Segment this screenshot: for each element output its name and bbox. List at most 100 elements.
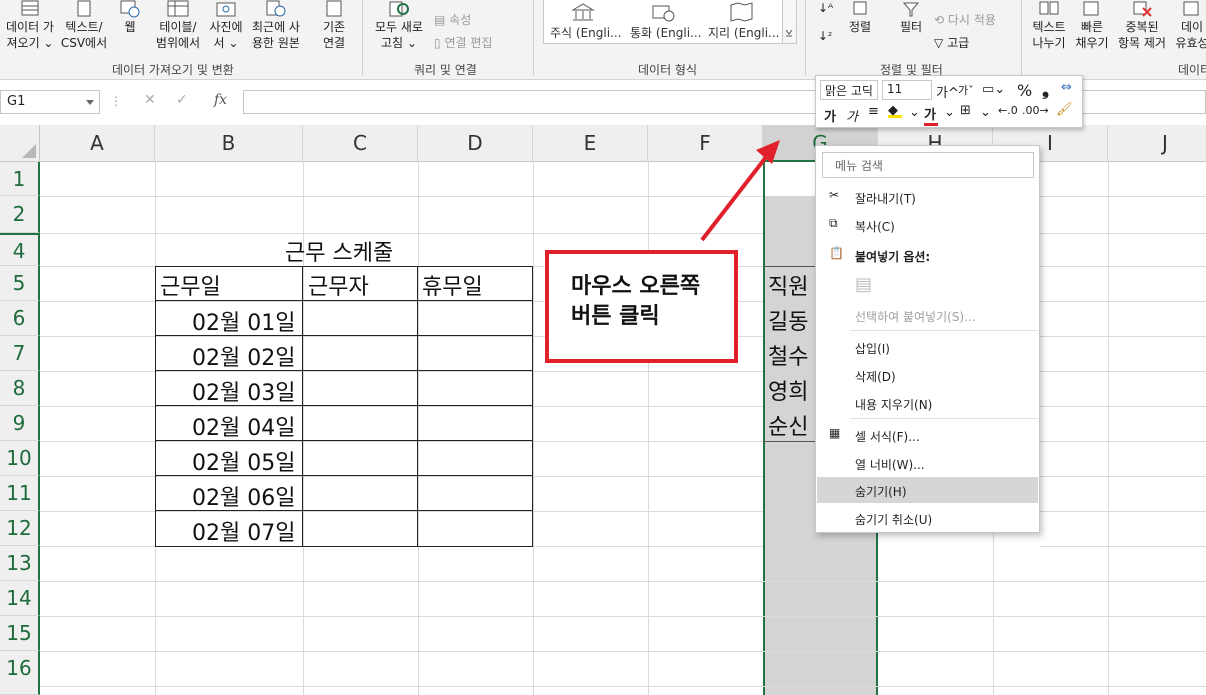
- row-header[interactable]: 10: [0, 441, 40, 476]
- web-button[interactable]: 웹: [112, 0, 148, 35]
- number-format-icon[interactable]: ▭⌄: [982, 82, 1005, 97]
- row-header[interactable]: 11: [0, 476, 40, 511]
- table-range-button[interactable]: 테이블/ 범위에서: [150, 0, 206, 51]
- increase-decimal-icon[interactable]: ←.0: [998, 104, 1018, 117]
- date-cell[interactable]: 02월 05일: [192, 445, 295, 477]
- decrease-decimal-icon[interactable]: .00→: [1022, 104, 1049, 117]
- menu-search-input[interactable]: 메뉴 검색: [822, 152, 1034, 178]
- row-header[interactable]: 14: [0, 581, 40, 616]
- column-header-e[interactable]: E: [533, 125, 648, 162]
- group-label-data-tools: 데이터: [1178, 63, 1206, 77]
- decrease-font-size-icon[interactable]: 가ˇ: [958, 82, 974, 98]
- date-cell[interactable]: 02월 06일: [192, 480, 295, 512]
- row-header[interactable]: 15: [0, 616, 40, 651]
- existing-connections-button[interactable]: 기존 연결: [314, 0, 354, 51]
- font-color-icon[interactable]: 가: [924, 104, 938, 126]
- properties-button[interactable]: ▤ 속성: [434, 12, 471, 28]
- column-header-a[interactable]: A: [40, 125, 155, 162]
- date-cell[interactable]: 02월 04일: [192, 410, 295, 442]
- sort-button[interactable]: 정렬: [842, 0, 878, 35]
- row-header[interactable]: 8: [0, 371, 40, 406]
- chevron-down-icon[interactable]: [86, 100, 94, 105]
- menu-item-unhide[interactable]: 숨기기 취소(U): [817, 505, 1038, 531]
- font-size-box[interactable]: 11: [882, 80, 932, 100]
- row-header[interactable]: 4: [0, 233, 40, 266]
- date-cell[interactable]: 02월 01일: [192, 305, 295, 337]
- text-csv-button[interactable]: 텍스트/ CSV에서: [60, 0, 108, 51]
- date-cell[interactable]: 02월 03일: [192, 375, 295, 407]
- gallery-scroll[interactable]: [782, 0, 796, 43]
- header-work-day[interactable]: 근무일: [160, 269, 221, 301]
- menu-item-paste-special[interactable]: 선택하여 붙여넣기(S)...: [817, 302, 1038, 328]
- sort-descending-icon[interactable]: ↓ᶻ: [818, 28, 832, 44]
- insert-function-icon[interactable]: fx: [214, 92, 227, 108]
- percent-icon[interactable]: %: [1017, 81, 1032, 100]
- paste-option-default[interactable]: ▤: [817, 270, 1038, 300]
- chevron-down-icon[interactable]: ⌄: [980, 105, 991, 120]
- schedule-title[interactable]: 근무 스케줄: [285, 235, 393, 267]
- menu-item-cut[interactable]: ✂ 잘라내기(T): [817, 184, 1038, 210]
- row-header[interactable]: 5: [0, 266, 40, 301]
- bold-icon[interactable]: 가: [824, 106, 836, 125]
- from-picture-button[interactable]: 사진에 서 ⌄: [206, 0, 246, 51]
- row-header[interactable]: 13: [0, 546, 40, 581]
- data-type-currency[interactable]: 통화 (Engli...: [630, 24, 702, 41]
- row-header[interactable]: 16: [0, 651, 40, 695]
- text-to-columns-button[interactable]: 텍스트 나누기: [1028, 0, 1070, 51]
- properties-label: 속성: [449, 13, 472, 27]
- date-cell[interactable]: 02월 02일: [192, 340, 295, 372]
- row-header[interactable]: 12: [0, 511, 40, 546]
- name-box[interactable]: G1: [0, 90, 100, 114]
- column-header-b[interactable]: B: [155, 125, 303, 162]
- format-painter-icon[interactable]: 🖌: [1056, 102, 1073, 117]
- data-type-geography[interactable]: 지리 (Engli...: [708, 24, 780, 41]
- menu-item-column-width[interactable]: 열 너비(W)...: [817, 450, 1038, 476]
- menu-item-copy[interactable]: ⧉ 복사(C): [817, 212, 1038, 238]
- row-header[interactable]: 7: [0, 336, 40, 371]
- row-header[interactable]: 1: [0, 162, 40, 196]
- header-day-off[interactable]: 휴무일: [422, 269, 483, 301]
- menu-item-insert[interactable]: 삽입(I): [817, 334, 1038, 360]
- flash-fill-button[interactable]: 빠른 채우기: [1072, 0, 1112, 51]
- menu-item-format-cells[interactable]: ▦ 셀 서식(F)...: [817, 422, 1038, 448]
- column-header-c[interactable]: C: [303, 125, 418, 162]
- grip-icon[interactable]: ⋮: [110, 94, 122, 108]
- sort-ascending-icon[interactable]: ↓ᴬ: [818, 0, 833, 16]
- header-worker[interactable]: 근무자: [308, 269, 369, 301]
- row-header[interactable]: 9: [0, 406, 40, 441]
- filter-button[interactable]: 필터: [893, 0, 929, 35]
- cancel-icon[interactable]: ✕: [144, 92, 156, 108]
- reapply-button[interactable]: ⟲ 다시 적용: [934, 12, 996, 28]
- data-types-gallery[interactable]: 주식 (Engli... 통화 (Engli... 지리 (Engli...: [543, 0, 797, 44]
- align-center-icon[interactable]: ≡: [868, 104, 879, 119]
- chevron-down-icon[interactable]: ⌄: [909, 105, 920, 120]
- remove-duplicates-button[interactable]: 중복된 항목 제거: [1114, 0, 1170, 51]
- font-name-box[interactable]: 맑은 고딕: [820, 80, 878, 100]
- column-header-j[interactable]: J: [1108, 125, 1206, 162]
- merge-center-icon[interactable]: ⇔: [1061, 80, 1072, 95]
- column-header-d[interactable]: D: [418, 125, 533, 162]
- menu-item-clear-contents[interactable]: 내용 지우기(N): [817, 390, 1038, 416]
- row-header[interactable]: 2: [0, 196, 40, 233]
- connection-icon: [326, 0, 342, 17]
- menu-item-hide[interactable]: 숨기기(H): [817, 477, 1038, 503]
- increase-font-size-icon[interactable]: 가^: [936, 82, 959, 101]
- advanced-button[interactable]: ▽ 고급: [934, 35, 969, 51]
- data-validation-button[interactable]: 데이 유효성: [1172, 0, 1206, 51]
- chevron-down-icon[interactable]: ⌄: [944, 105, 955, 120]
- comma-icon[interactable]: ❟: [1042, 79, 1049, 100]
- date-cell[interactable]: 02월 07일: [192, 515, 295, 547]
- menu-item-delete[interactable]: 삭제(D): [817, 362, 1038, 388]
- recent-sources-button[interactable]: 최근에 사 용한 원본: [248, 0, 304, 51]
- select-all-triangle-icon: [22, 144, 36, 158]
- refresh-all-button[interactable]: 모두 새로 고침 ⌄: [368, 0, 430, 51]
- edit-links-button[interactable]: ▯ 연결 편집: [434, 35, 492, 51]
- select-all-button[interactable]: [0, 125, 40, 162]
- fill-color-icon[interactable]: ◆: [888, 103, 902, 118]
- data-type-stocks[interactable]: 주식 (Engli...: [550, 24, 622, 41]
- get-data-button[interactable]: 데이터 가 져오기 ⌄: [2, 0, 58, 51]
- enter-icon[interactable]: ✓: [176, 92, 188, 108]
- borders-icon[interactable]: ⊞: [960, 103, 971, 118]
- italic-icon[interactable]: 가: [846, 106, 858, 125]
- row-header[interactable]: 6: [0, 301, 40, 336]
